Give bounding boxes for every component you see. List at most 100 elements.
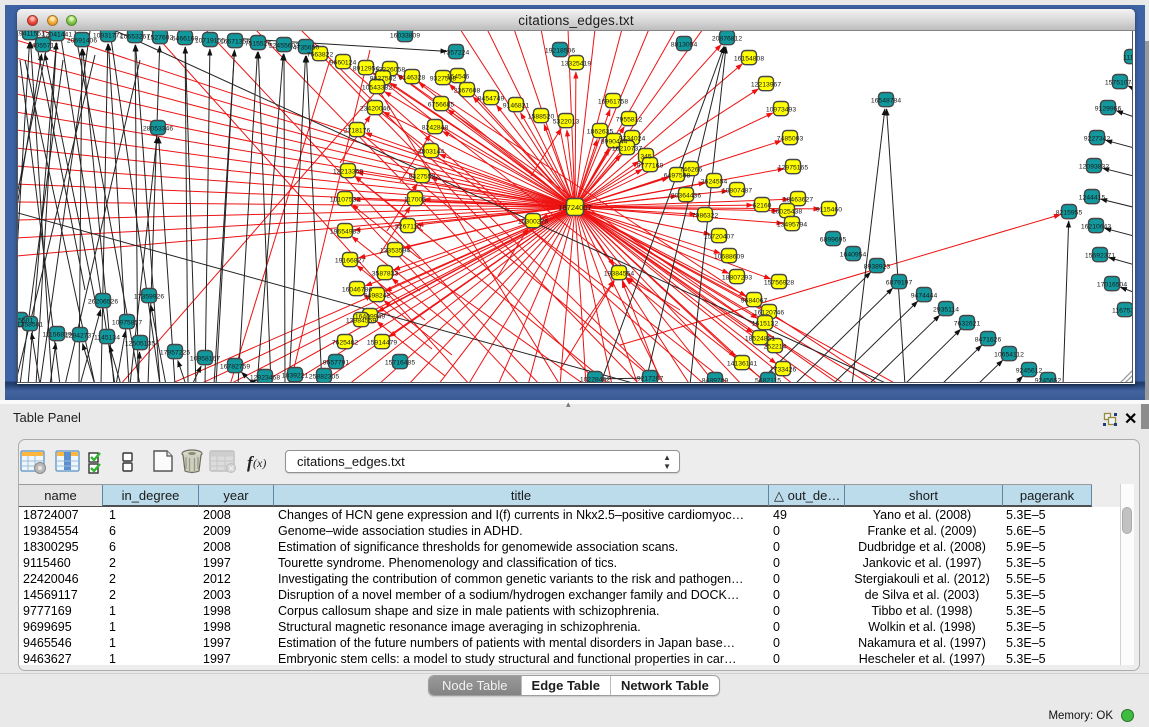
svg-text:2935114: 2935114 — [933, 307, 959, 314]
svg-text:15720407: 15720407 — [704, 234, 734, 241]
svg-text:7625402: 7625402 — [332, 340, 359, 347]
svg-text:7515526: 7515526 — [245, 41, 272, 48]
svg-text:9217207: 9217207 — [637, 376, 664, 383]
svg-text:9734024: 9734024 — [619, 136, 646, 143]
svg-text:10025438: 10025438 — [772, 209, 802, 216]
svg-text:18724007: 18724007 — [558, 203, 591, 212]
svg-text:16961758: 16961758 — [598, 99, 628, 106]
svg-text:8242848: 8242848 — [422, 125, 449, 132]
svg-text:252214: 252214 — [764, 344, 787, 351]
svg-text:8489709: 8489709 — [702, 378, 729, 384]
svg-text:9115460: 9115460 — [816, 207, 842, 214]
svg-text:8215955: 8215955 — [1056, 210, 1083, 217]
svg-text:17016504: 17016504 — [1097, 282, 1127, 289]
svg-text:9129966: 9129966 — [1095, 106, 1122, 113]
svg-text:19166827: 19166827 — [335, 258, 365, 265]
svg-text:1527602: 1527602 — [147, 35, 174, 42]
svg-text:12505135: 12505135 — [125, 341, 155, 348]
svg-text:25882305: 25882305 — [309, 374, 339, 381]
svg-text:5322013: 5322013 — [553, 119, 580, 126]
svg-text:20364436: 20364436 — [671, 193, 701, 200]
svg-text:10228452: 10228452 — [580, 377, 610, 384]
svg-text:1358501: 1358501 — [18, 322, 43, 329]
svg-text:23420046: 23420046 — [360, 106, 390, 113]
svg-text:15914479: 15914479 — [367, 340, 397, 347]
svg-text:10973493: 10973493 — [766, 107, 796, 114]
svg-text:10688609: 10688609 — [714, 254, 744, 261]
svg-text:10653267: 10653267 — [120, 34, 150, 41]
svg-text:6756685: 6756685 — [428, 102, 455, 109]
svg-text:4735650: 4735650 — [293, 45, 320, 52]
svg-text:15692371: 15692371 — [1085, 253, 1115, 260]
svg-text:117006: 117006 — [404, 197, 426, 204]
svg-text:13325419: 13325419 — [561, 61, 591, 68]
svg-text:28053346: 28053346 — [143, 126, 173, 133]
svg-text:18463627: 18463627 — [783, 197, 813, 204]
svg-text:10807487: 10807487 — [722, 188, 752, 195]
svg-text:9146821: 9146821 — [503, 103, 530, 110]
svg-text:1145134: 1145134 — [94, 335, 120, 342]
svg-text:12942737: 12942737 — [65, 333, 95, 340]
svg-text:7357224: 7357224 — [443, 50, 470, 57]
svg-text:1862635: 1862635 — [587, 129, 614, 136]
svg-text:6497568: 6497568 — [664, 173, 691, 180]
svg-text:16033809: 16033809 — [390, 33, 420, 40]
svg-text:10975857: 10975857 — [112, 320, 142, 327]
svg-text:345: 345 — [640, 154, 652, 161]
svg-text:7632621: 7632621 — [954, 321, 981, 328]
svg-text:16120746: 16120746 — [754, 310, 784, 317]
svg-text:9777169: 9777169 — [637, 163, 664, 170]
svg-text:9227342: 9227342 — [1084, 136, 1111, 143]
svg-text:16548784: 16548784 — [871, 98, 901, 105]
svg-text:10958167: 10958167 — [190, 356, 220, 363]
svg-text:15300275: 15300275 — [518, 219, 548, 226]
svg-text:19654983: 19654983 — [330, 229, 360, 236]
svg-text:8146328: 8146328 — [399, 75, 426, 82]
svg-text:12213967: 12213967 — [751, 82, 781, 89]
svg-text:1733426: 1733426 — [770, 367, 797, 374]
svg-text:14055712: 14055712 — [28, 43, 58, 50]
svg-text:9474444: 9474444 — [911, 293, 938, 300]
svg-text:12923468: 12923468 — [250, 375, 280, 382]
svg-text:8454749: 8454749 — [478, 96, 505, 103]
svg-text:10543382: 10543382 — [362, 85, 392, 92]
svg-text:16210737: 16210737 — [612, 146, 642, 153]
svg-text:16210643: 16210643 — [1081, 224, 1111, 231]
svg-text:5682115: 5682115 — [755, 378, 781, 384]
svg-text:15756928: 15756928 — [764, 280, 794, 287]
svg-text:9657791: 9657791 — [323, 360, 350, 367]
svg-text:6879197: 6879197 — [886, 280, 913, 287]
svg-text:3267110: 3267110 — [395, 224, 421, 231]
svg-text:11124: 11124 — [1123, 55, 1133, 62]
svg-text:15716485: 15716485 — [385, 360, 415, 367]
svg-text:1244415: 1244415 — [1079, 195, 1106, 202]
svg-text:18524851: 18524851 — [745, 336, 775, 343]
svg-text:19218506: 19218506 — [545, 48, 575, 55]
svg-text:19384554: 19384554 — [604, 271, 634, 278]
svg-text:1588520: 1588520 — [528, 114, 555, 121]
svg-text:3587833: 3587833 — [372, 271, 399, 278]
svg-text:2718176: 2718176 — [344, 128, 371, 135]
svg-text:8813054: 8813054 — [671, 42, 698, 49]
svg-text:8471626: 8471626 — [975, 337, 1002, 344]
svg-text:13984559: 13984559 — [346, 318, 376, 325]
svg-text:2803144: 2803144 — [418, 149, 445, 156]
svg-text:12093832: 12093832 — [1079, 164, 1109, 171]
svg-text:5498242: 5498242 — [364, 293, 391, 300]
svg-text:18807293: 18807293 — [722, 275, 752, 282]
svg-text:12975165: 12975165 — [778, 165, 808, 172]
svg-text:9245652: 9245652 — [1035, 378, 1062, 384]
svg-text:13226058: 13226058 — [375, 67, 405, 74]
svg-text:10931772: 10931772 — [93, 33, 123, 40]
svg-text:7986322: 7986322 — [692, 213, 719, 220]
svg-text:62160: 62160 — [753, 203, 772, 210]
svg-text:13495794: 13495794 — [777, 222, 807, 229]
svg-text:20876812: 20876812 — [712, 36, 742, 43]
svg-text:26206526: 26206526 — [88, 299, 118, 306]
svg-text:17957225: 17957225 — [160, 350, 190, 357]
svg-text:6899695: 6899695 — [820, 237, 847, 244]
svg-text:7663822: 7663822 — [307, 52, 334, 59]
svg-text:8938923: 8938923 — [864, 264, 891, 271]
svg-text:154546: 154546 — [447, 74, 470, 81]
svg-text:2367608: 2367608 — [454, 88, 481, 95]
